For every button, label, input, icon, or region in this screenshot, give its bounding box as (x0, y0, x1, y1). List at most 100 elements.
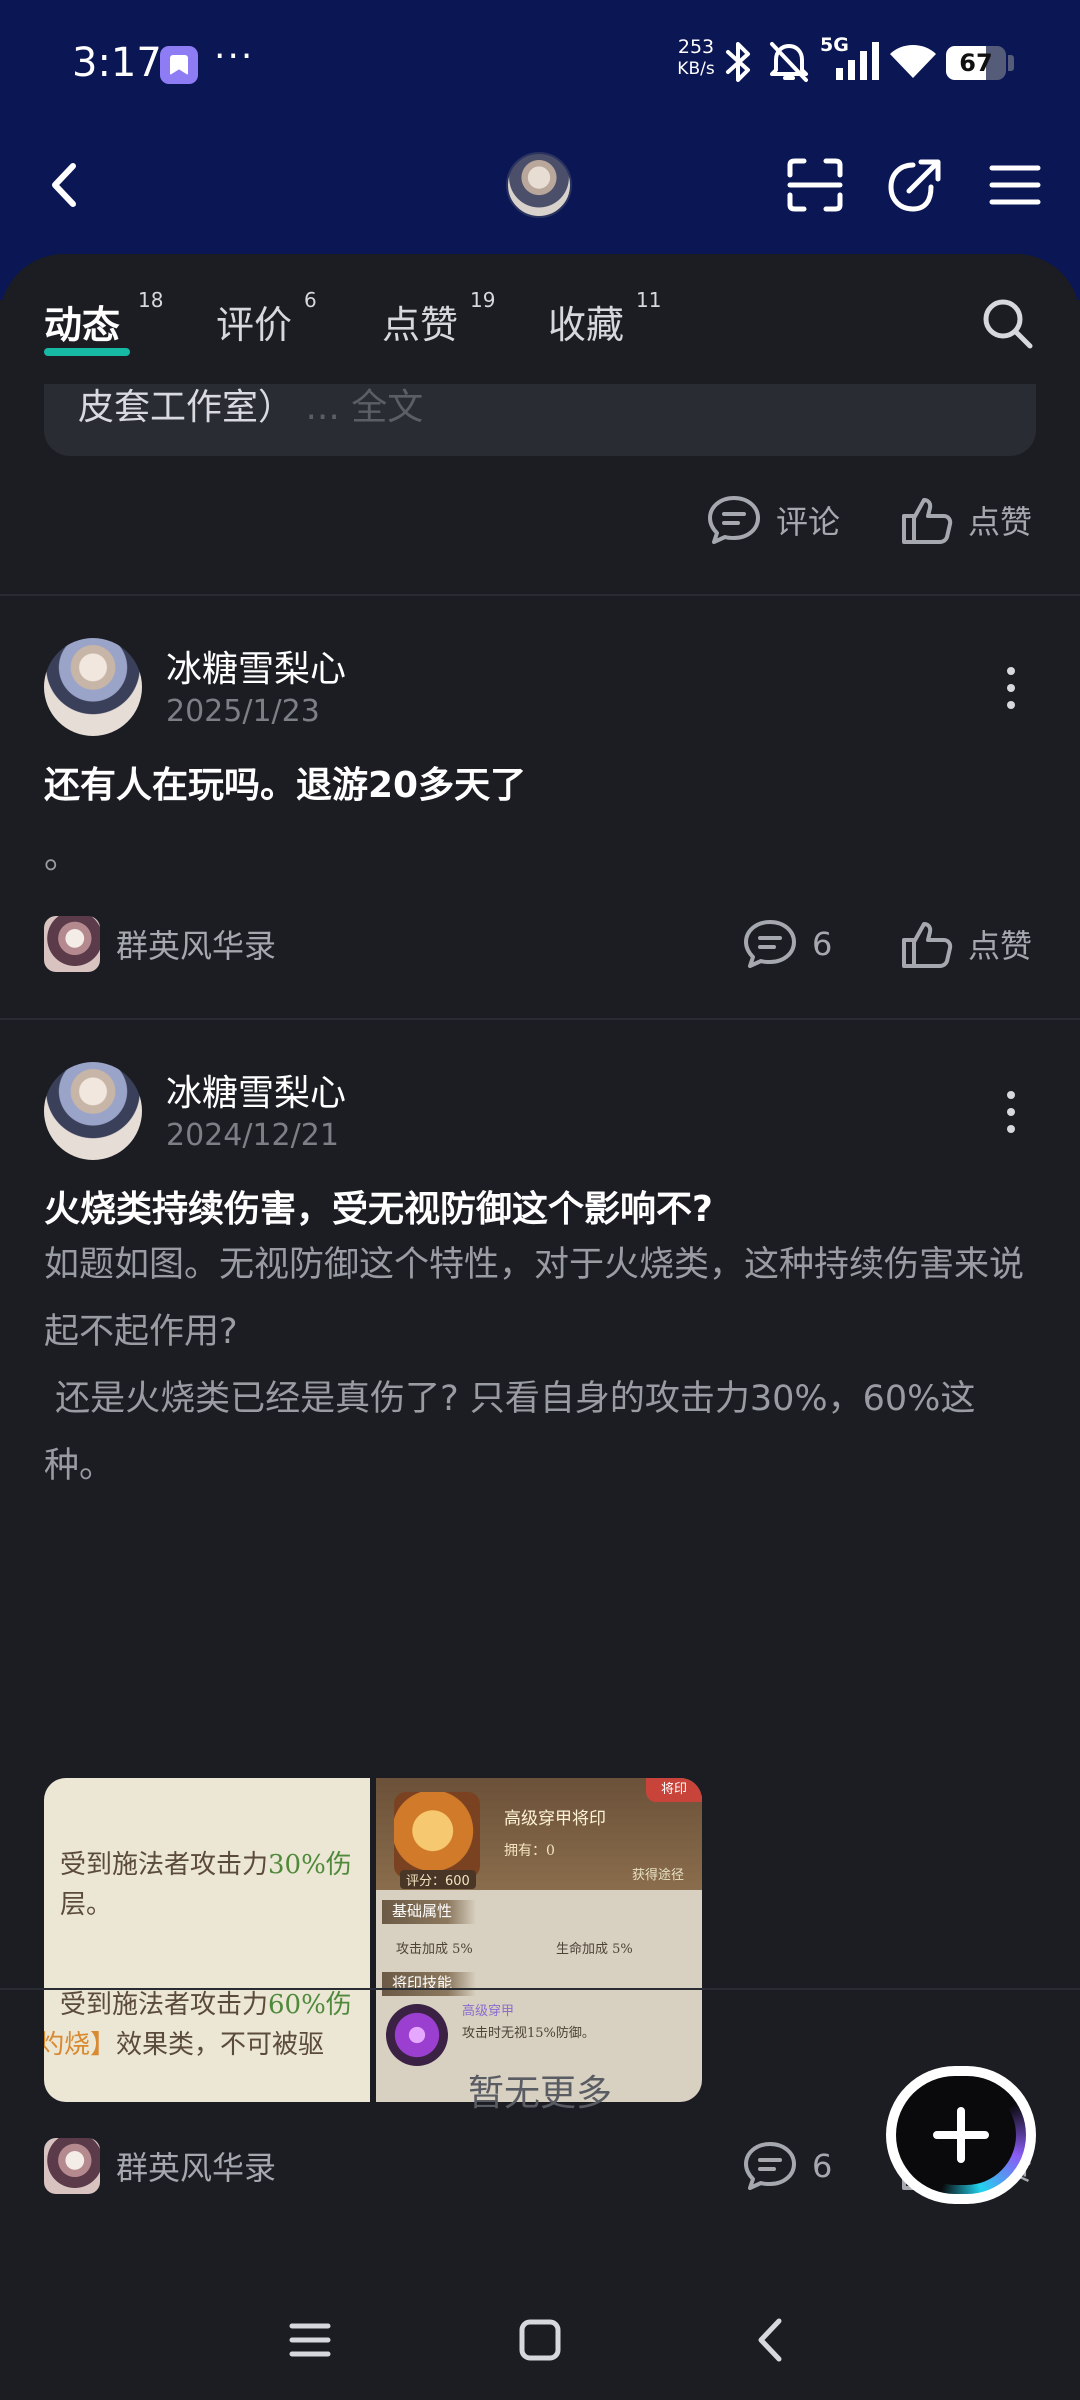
game-icon (44, 916, 100, 972)
like-button[interactable]: 点赞 (900, 494, 1032, 546)
post-date: 2024/12/21 (166, 1118, 339, 1153)
game-icon (44, 2138, 100, 2194)
comment-icon (744, 2142, 796, 2190)
more-options-button[interactable] (986, 1082, 1036, 1142)
dot (1007, 701, 1015, 709)
username[interactable]: 冰糖雪梨心 (166, 640, 346, 692)
tab-label: 动态 (44, 303, 121, 347)
bluetooth-icon (726, 42, 750, 82)
comment-count: 6 (812, 925, 833, 963)
item-category-badge: 将印 (646, 1778, 702, 1802)
network-speed-unit: KB/s (677, 59, 715, 79)
item-section-title: 基础属性 (382, 1900, 477, 1924)
item-name: 高级穿甲将印 (504, 1809, 606, 1829)
create-post-button[interactable] (886, 2066, 1036, 2204)
post-image-2[interactable]: 高级穿甲将印 拥有：0 评分：600 获得途径 将印 基础属性 攻击加成 5% … (376, 1778, 702, 2102)
image-text-highlight: 30%伤 (268, 1850, 352, 1880)
post-card[interactable]: 冰糖雪梨心 2025/1/23 还有人在玩吗。退游20多天了 。 群英风华录 6 (0, 594, 1080, 1018)
app-notification-icon (160, 46, 198, 84)
comment-count: 6 (812, 2147, 833, 2185)
status-time: 3:17 (72, 40, 162, 86)
fab-core (906, 2085, 1016, 2185)
comment-button[interactable]: 6 (742, 918, 832, 970)
thumbs-up-icon (902, 498, 953, 544)
image-text-part: 受到施法者攻击力 (60, 1990, 269, 2020)
username[interactable]: 冰糖雪梨心 (166, 1064, 346, 1116)
tab-count: 18 (138, 288, 164, 312)
post-images: 受到施法者攻击力30%伤 层。 受到施法者攻击力60%伤 灼烧】效果类，不可被驱… (44, 1778, 702, 2102)
game-tag[interactable]: 群英风华录 (44, 916, 276, 972)
tab-label: 收藏 (548, 303, 625, 347)
back-nav-button[interactable] (740, 2310, 800, 2370)
home-button[interactable] (510, 2310, 570, 2370)
back-button[interactable] (30, 150, 100, 220)
dot (1007, 1125, 1015, 1133)
tab-activity[interactable]: 动态 18 (44, 288, 163, 354)
image-text-highlight: 灼烧】 (44, 2030, 117, 2060)
dot (1007, 1108, 1015, 1116)
skill-description: 攻击时无视15%防御。 (462, 2026, 595, 2041)
scan-icon (787, 158, 843, 212)
tab-count: 11 (636, 288, 662, 312)
tab-favorites[interactable]: 收藏 11 (548, 288, 661, 354)
quote-text: 皮套工作室） ... 全文 (78, 378, 423, 430)
thumbs-up-icon (902, 922, 953, 968)
tab-label: 点赞 (382, 303, 459, 347)
recent-apps-icon (289, 2323, 331, 2357)
share-button[interactable] (880, 150, 950, 220)
wifi-icon (890, 45, 936, 78)
back-icon (52, 163, 76, 207)
post-title[interactable]: 还有人在玩吗。退游20多天了 (44, 756, 1036, 808)
post-body[interactable]: 如题如图。无视防御这个特性，对于火烧类，这种持续伤害来说起不起作用? 还是火烧类… (44, 1232, 1036, 1500)
skill-name: 高级穿甲 (462, 2004, 515, 2019)
tab-count: 6 (304, 288, 317, 312)
divider (0, 1988, 1080, 1990)
post-title[interactable]: 火烧类持续伤害，受无视防御这个影响不? (44, 1180, 1036, 1232)
content-sheet: 皮套工作室） ... 全文 动态 18 评价 6 点赞 19 收藏 11 评论 … (0, 254, 1080, 2400)
item-owned: 拥有：0 (504, 1843, 555, 1859)
post-body[interactable]: 。 (44, 824, 1036, 891)
quote-text-content: 皮套工作室） (78, 387, 295, 428)
like-button[interactable]: 点赞 (900, 918, 1032, 970)
item-stat: 生命加成 5% (556, 1942, 633, 1957)
more-options-button[interactable] (986, 658, 1036, 718)
profile-avatar[interactable] (506, 152, 572, 218)
active-tab-indicator (44, 348, 130, 356)
game-name: 群英风华录 (116, 2149, 277, 2187)
post-image-1[interactable]: 受到施法者攻击力30%伤 层。 受到施法者攻击力60%伤 灼烧】效果类，不可被驱 (44, 1778, 370, 2102)
image-text-highlight: 60%伤 (268, 1990, 352, 2020)
tab-count: 19 (470, 288, 496, 312)
tab-reviews[interactable]: 评价 6 (216, 288, 317, 354)
image-text-part: 效果类，不可被驱 (116, 2030, 325, 2060)
dot (1007, 1091, 1015, 1099)
post-date: 2025/1/23 (166, 694, 320, 729)
system-navigation-bar (0, 2290, 1080, 2380)
item-stat: 攻击加成 5% (396, 1942, 473, 1957)
image-text: 层。 (60, 1890, 113, 1920)
image-text-part: 受到施法者攻击力 (60, 1850, 269, 1880)
skill-icon (386, 2004, 448, 2066)
comment-button[interactable]: 评论 (706, 494, 840, 546)
item-score: 评分：600 (400, 1870, 476, 1889)
fab-ring (896, 2076, 1026, 2194)
user-avatar[interactable] (44, 1062, 142, 1160)
post-card[interactable]: 冰糖雪梨心 2024/12/21 火烧类持续伤害，受无视防御这个影响不? 如题如… (0, 1018, 1080, 2194)
comment-icon (744, 920, 796, 968)
comment-button[interactable]: 6 (742, 2140, 832, 2192)
scan-button[interactable] (780, 150, 850, 220)
recent-apps-button[interactable] (280, 2310, 340, 2370)
comment-label: 评论 (776, 503, 841, 541)
battery-cap (1008, 55, 1014, 71)
user-avatar[interactable] (44, 638, 142, 736)
item-section-title: 将印技能 (382, 1972, 477, 1996)
signal-icon (836, 42, 879, 80)
menu-button[interactable] (980, 150, 1050, 220)
game-tag[interactable]: 群英风华录 (44, 2138, 276, 2194)
plus-icon (933, 2107, 989, 2163)
menu-icon (989, 165, 1041, 205)
tab-likes[interactable]: 点赞 19 (382, 288, 495, 354)
read-more-link[interactable]: ... 全文 (305, 387, 423, 428)
item-source-link: 获得途径 (632, 1868, 685, 1883)
search-icon (983, 299, 1033, 349)
search-button[interactable] (980, 296, 1036, 352)
